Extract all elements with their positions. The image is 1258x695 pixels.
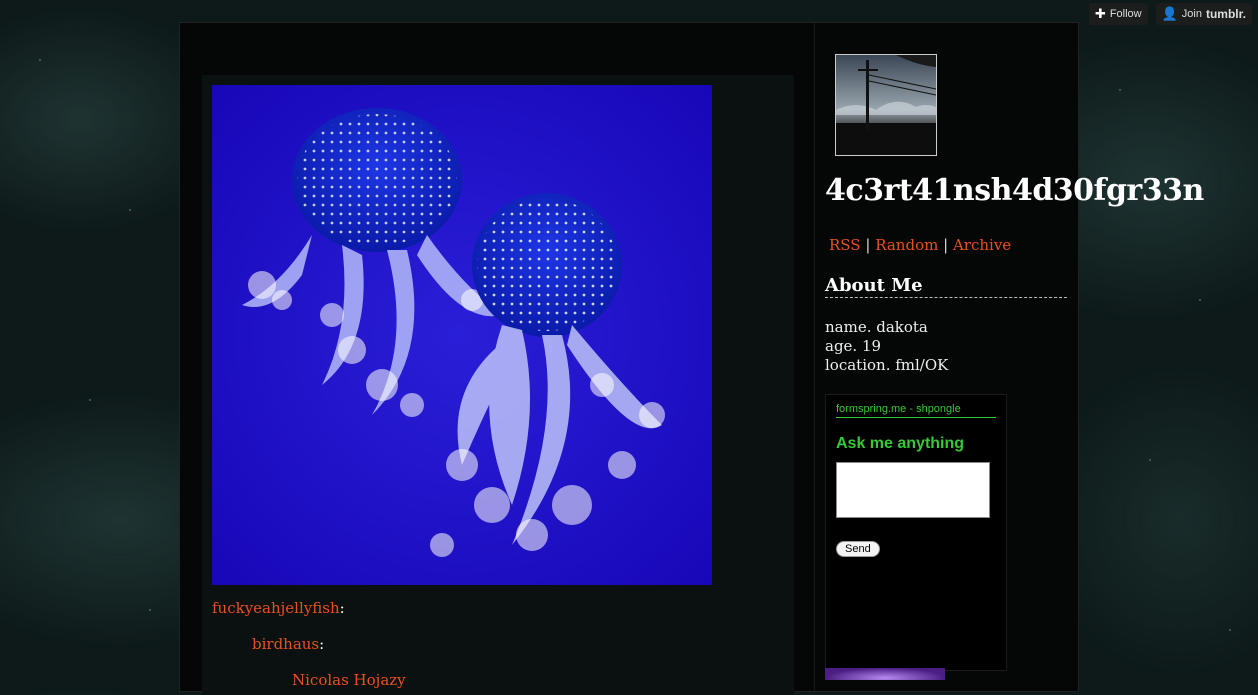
post-photo-jellyfish[interactable] xyxy=(212,85,712,585)
nav-archive-link[interactable]: Archive xyxy=(953,236,1011,254)
join-tumblr-button[interactable]: 👤 Join tumblr. xyxy=(1155,3,1252,25)
blog-title[interactable]: 4c3rt41nsh4d30fgr33n xyxy=(825,173,1204,208)
tumblr-brand: tumblr. xyxy=(1205,7,1246,21)
follow-label: Follow xyxy=(1109,8,1142,20)
formspring-header-link[interactable]: formspring.me - shpongle xyxy=(836,403,996,418)
avatar[interactable] xyxy=(835,54,937,156)
question-textarea[interactable] xyxy=(836,462,990,518)
user-icon: 👤 xyxy=(1161,6,1178,21)
send-button[interactable]: Send xyxy=(836,541,880,557)
about-line-name: name. dakota xyxy=(825,318,928,336)
nav-random-link[interactable]: Random xyxy=(875,236,938,254)
plus-icon: ✚ xyxy=(1094,6,1106,21)
column-divider xyxy=(814,23,815,691)
source-suffix-1: : xyxy=(339,599,345,617)
about-line-age: age. 19 xyxy=(825,337,882,355)
blog-frame: fuckyeahjellyfish: birdhaus: Nicolas Hoj… xyxy=(179,22,1204,695)
about-line-location: location. fml/OK xyxy=(825,356,949,374)
nav-separator: | xyxy=(943,236,949,254)
about-heading: About Me xyxy=(825,275,1067,298)
post-source-2: birdhaus: xyxy=(252,635,324,653)
post-source-1: fuckyeahjellyfish: xyxy=(212,599,345,617)
nav-rss-link[interactable]: RSS xyxy=(829,236,861,254)
source-suffix-2: : xyxy=(319,635,325,653)
source-link-2[interactable]: birdhaus xyxy=(252,635,319,653)
sidebar-image[interactable] xyxy=(825,668,945,680)
join-label: Join xyxy=(1181,8,1202,20)
nav-separator: | xyxy=(865,236,871,254)
follow-button[interactable]: ✚ Follow xyxy=(1088,3,1148,25)
tumblr-controls: ✚ Follow 👤 Join tumblr. xyxy=(1088,3,1252,25)
post-content: fuckyeahjellyfish: birdhaus: Nicolas Hoj… xyxy=(202,75,794,695)
source-link-3[interactable]: Nicolas Hojazy xyxy=(292,671,406,689)
ask-me-label: Ask me anything xyxy=(836,435,965,452)
source-link-1[interactable]: fuckyeahjellyfish xyxy=(212,599,340,617)
blog-nav: RSS | Random | Archive xyxy=(829,236,1011,254)
formspring-widget: formspring.me - shpongle Ask me anything… xyxy=(825,394,1007,671)
post-source-3: Nicolas Hojazy xyxy=(292,671,406,689)
about-description: name. dakota age. 19 location. fml/OK xyxy=(825,318,948,375)
